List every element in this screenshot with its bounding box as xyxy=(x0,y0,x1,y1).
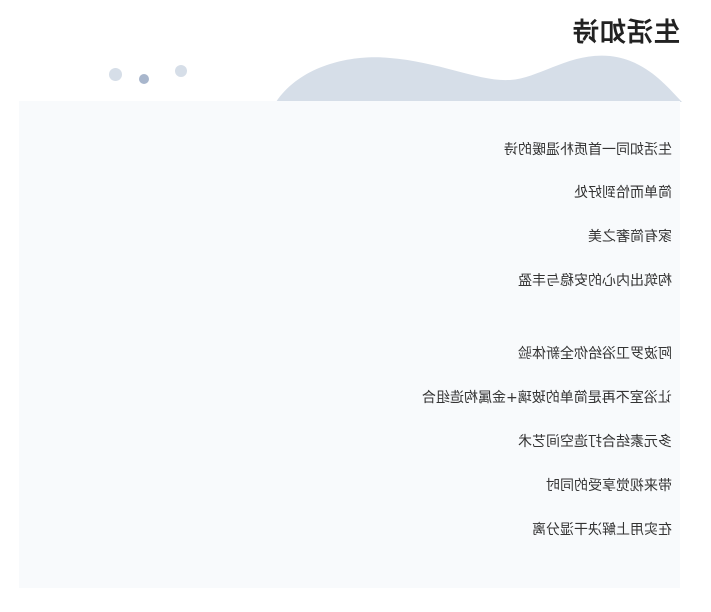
poem-line: 家有简奢之美 xyxy=(588,229,672,245)
poem-line: 阿波罗卫浴给你全新体验 xyxy=(518,346,672,362)
decorative-dot xyxy=(109,68,122,81)
poem-line: 让浴室不再是简单的玻璃+金属构造组合 xyxy=(422,390,672,406)
poem-line: 简单而恰到好处 xyxy=(574,185,672,201)
content-card: 生活如同一首质朴温暖的诗 简单而恰到好处 家有简奢之美 构筑出内心的安稳与丰盈 … xyxy=(19,101,680,588)
poem-line: 带来视觉享受的同时 xyxy=(546,478,672,494)
decorative-dot xyxy=(139,74,149,84)
decorative-dot xyxy=(175,65,187,77)
wave-decoration xyxy=(276,55,682,102)
page-title: 生活如诗 xyxy=(571,18,680,48)
poem-line: 生活如同一首质朴温暖的诗 xyxy=(504,142,672,158)
poem-line: 多元素结合打造空间艺术 xyxy=(518,434,672,450)
poem-line: 构筑出内心的安稳与丰盈 xyxy=(518,273,672,289)
poem-line: 在实用上解决干湿分离 xyxy=(532,522,672,538)
